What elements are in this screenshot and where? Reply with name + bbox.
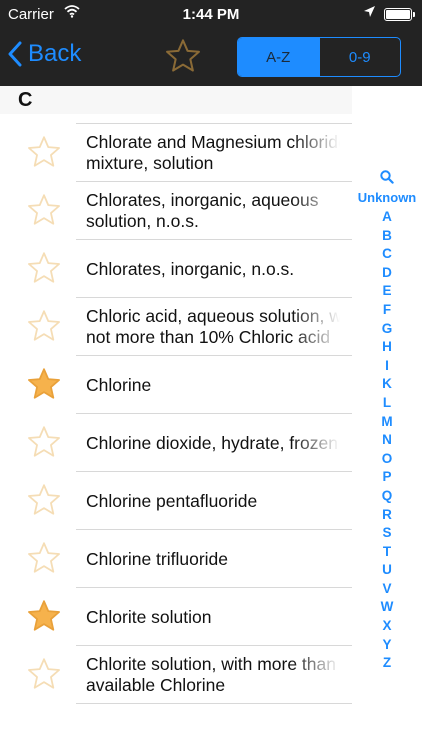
list-item-line2: not more than 10% Chloric acid — [86, 327, 331, 347]
list-item-line1: Chlorine trifluoride — [86, 548, 229, 569]
list-item-line1: Chlorine dioxide, hydrate, frozen — [86, 432, 338, 453]
section-header-letter: C — [18, 89, 33, 111]
list-item-title: Chloric acid, aqueous solution, with not … — [86, 298, 352, 356]
list-item-line1: Chlorine — [86, 374, 152, 395]
list-item[interactable]: Chlorite solution — [0, 588, 352, 646]
list-item-line2: available Chlorine — [86, 675, 226, 695]
index-letter[interactable]: V — [352, 580, 422, 599]
index-letter[interactable]: Z — [352, 654, 422, 673]
index-letter[interactable]: B — [352, 227, 422, 246]
index-letter[interactable]: S — [352, 524, 422, 543]
back-label: Back — [28, 40, 82, 67]
star-outline-icon[interactable] — [26, 541, 62, 580]
star-outline-icon[interactable] — [26, 425, 62, 464]
star-outline-icon[interactable] — [26, 657, 62, 696]
list-item-title: Chlorates, inorganic, n.o.s. — [86, 240, 352, 298]
alphabet-index: Unknown ABCDEFGHIKLMNOPQRSTUVWXYZ — [352, 170, 422, 673]
chevron-left-icon — [8, 41, 22, 67]
index-letter[interactable]: X — [352, 617, 422, 636]
list-item-title: Chlorine pentafluoride — [86, 472, 352, 530]
segment-a-z[interactable]: A-Z — [238, 38, 319, 76]
top-bar: Carrier 1:44 PM Back A-Z 0-9 — [0, 0, 422, 86]
list-item-line1: Chlorite solution — [86, 606, 212, 627]
list-item-line1: Chlorine pentafluoride — [86, 490, 258, 511]
list-item[interactable]: Chloric acid, aqueous solution, with not … — [0, 298, 352, 356]
location-arrow-icon — [363, 5, 376, 22]
star-filled-icon[interactable] — [26, 599, 62, 638]
list-item-line1: Chlorite solution, with more than 5% — [86, 654, 352, 674]
list-item-title: Chlorite solution, with more than 5% avai… — [86, 646, 352, 704]
list-item[interactable]: Chlorate and Magnesium chloridemixture, … — [0, 124, 352, 182]
search-icon[interactable] — [352, 170, 422, 187]
star-outline-icon[interactable] — [26, 483, 62, 522]
list-item[interactable]: Chlorine dioxide, hydrate, frozen — [0, 414, 352, 472]
list-item-line2: solution, n.o.s. — [86, 211, 199, 231]
star-outline-icon — [166, 39, 200, 72]
index-letter[interactable]: E — [352, 282, 422, 301]
list-item-title: Chlorite solution — [86, 588, 352, 646]
index-letter[interactable]: N — [352, 431, 422, 450]
index-letter[interactable]: I — [352, 357, 422, 376]
list-item-title: Chlorine dioxide, hydrate, frozen — [86, 414, 352, 472]
index-letter[interactable]: Q — [352, 487, 422, 506]
favorites-star-button[interactable] — [164, 38, 202, 79]
index-letter[interactable]: W — [352, 598, 422, 617]
index-letter[interactable]: O — [352, 450, 422, 469]
index-letter[interactable]: R — [352, 506, 422, 525]
star-outline-icon[interactable] — [26, 251, 62, 290]
star-outline-icon[interactable] — [26, 135, 62, 174]
index-letter[interactable]: L — [352, 394, 422, 413]
status-time: 1:44 PM — [182, 6, 240, 23]
list-item[interactable]: Chlorates, inorganic, aqueous solution, n… — [0, 182, 352, 240]
index-letter[interactable]: U — [352, 561, 422, 580]
section-header: C — [0, 86, 352, 114]
battery-icon — [384, 8, 415, 21]
star-outline-icon[interactable] — [26, 309, 62, 348]
sort-segmented-control: A-Z 0-9 — [237, 37, 401, 77]
list-item-title: Chlorate and Magnesium chloridemixture, … — [86, 124, 352, 182]
substance-list: Chlorate and Magnesium chloride mixture, … — [0, 86, 352, 750]
index-letter[interactable]: D — [352, 264, 422, 283]
index-letter[interactable]: A — [352, 208, 422, 227]
list-item-title: Chlorates, inorganic, aqueous solution, n… — [86, 182, 352, 240]
index-unknown[interactable]: Unknown — [352, 189, 422, 207]
star-filled-icon[interactable] — [26, 367, 62, 406]
index-letter[interactable]: H — [352, 338, 422, 357]
back-button[interactable]: Back — [8, 40, 81, 68]
list-item-line1: Chloric acid, aqueous solution, with — [86, 306, 352, 326]
list-item[interactable]: Chlorine trifluoride — [0, 530, 352, 588]
index-letter[interactable]: K — [352, 375, 422, 394]
index-letter[interactable]: T — [352, 543, 422, 562]
index-letter[interactable]: M — [352, 413, 422, 432]
navigation-bar: Back A-Z 0-9 — [0, 28, 422, 86]
index-letter[interactable]: C — [352, 245, 422, 264]
list-item[interactable]: Chlorine — [0, 356, 352, 414]
list-item-title: Chlorine — [86, 356, 352, 414]
list-item[interactable]: Chlorite solution, with more than 5% avai… — [0, 646, 352, 704]
index-letter[interactable]: G — [352, 320, 422, 339]
list-item-line1: Chlorates, inorganic, aqueous — [86, 190, 319, 210]
list-item-line1: Chlorates, inorganic, n.o.s. — [86, 258, 295, 279]
status-bar: Carrier 1:44 PM — [0, 0, 422, 28]
row-separator — [76, 703, 352, 704]
list-item-line1: Chlorate and Magnesium chloride — [86, 132, 348, 152]
list-item[interactable]: Chlorates, inorganic, n.o.s. — [0, 240, 352, 298]
index-letter[interactable]: Y — [352, 636, 422, 655]
list-item-line2: mixture, solution — [86, 153, 214, 173]
index-letter[interactable]: F — [352, 301, 422, 320]
list-item[interactable]: Chlorine pentafluoride — [0, 472, 352, 530]
star-outline-icon[interactable] — [26, 193, 62, 232]
segment-0-9[interactable]: 0-9 — [318, 38, 401, 76]
list-item-title: Chlorine trifluoride — [86, 530, 352, 588]
index-letter[interactable]: P — [352, 468, 422, 487]
